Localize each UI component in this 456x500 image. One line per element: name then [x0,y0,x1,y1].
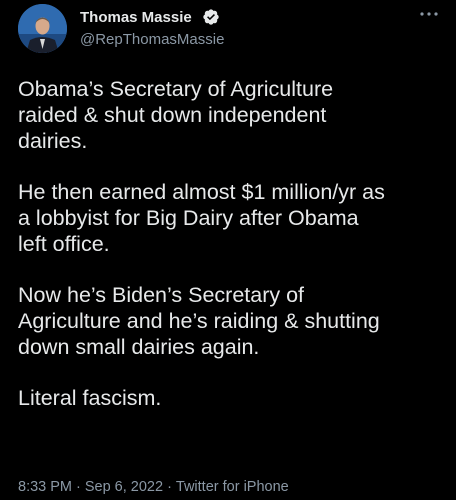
profile-photo-icon [18,4,67,53]
tweet-text: Obama’s Secretary of Agriculture raided … [18,76,444,411]
tweet-paragraph: Literal fascism. [18,386,162,410]
separator: · [167,479,172,495]
verified-badge-icon [203,9,219,25]
tweet-date[interactable]: Sep 6, 2022 [85,479,163,495]
tweet-paragraph: He then earned almost $1 million/yr as a… [18,180,385,256]
tweet-time[interactable]: 8:33 PM [18,479,72,495]
more-dots-icon[interactable] [418,6,440,22]
tweet-paragraph: Now he’s Biden’s Secretary of Agricultur… [18,283,380,359]
tweet-source[interactable]: Twitter for iPhone [176,479,289,495]
author-handle[interactable]: @RepThomasMassie [80,31,224,48]
separator: · [76,479,81,495]
tweet-paragraph: Obama’s Secretary of Agriculture raided … [18,77,334,153]
author-name[interactable]: Thomas Massie [80,9,192,26]
avatar[interactable] [18,4,67,53]
tweet-metadata: 8:33 PM · Sep 6, 2022 · Twitter for iPhone [18,479,289,495]
tweet-card: Thomas Massie @RepThomasMassie Obama’s S… [0,0,456,500]
